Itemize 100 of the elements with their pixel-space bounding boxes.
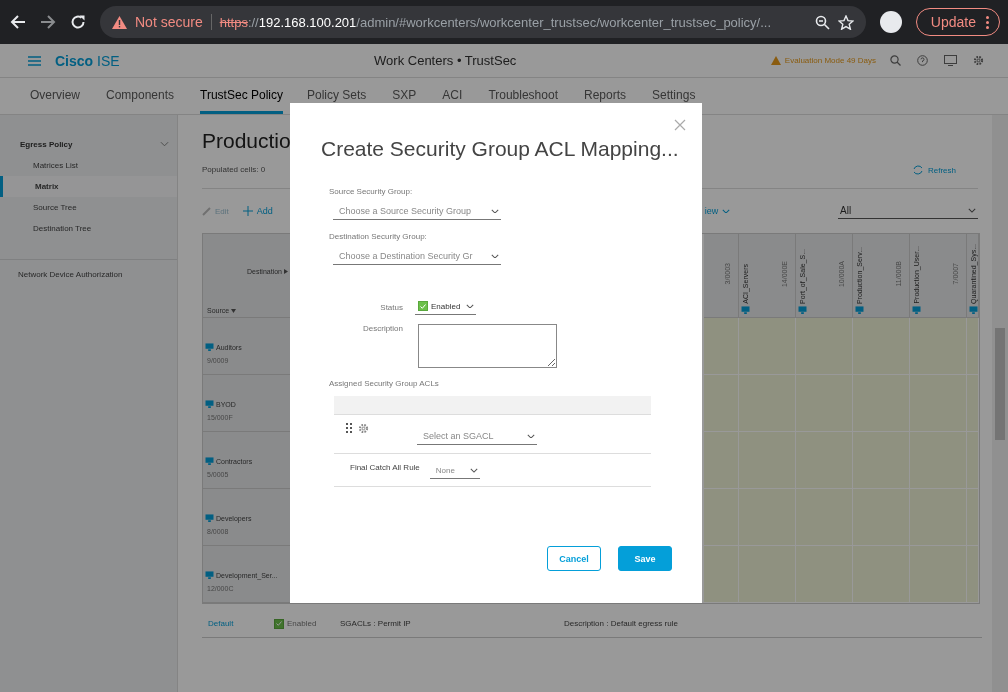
matrix-cell[interactable]	[853, 318, 910, 375]
matrix-cell[interactable]	[739, 318, 796, 375]
sidebar-group-header[interactable]: Egress Policy	[0, 133, 177, 155]
monitor-icon	[205, 400, 214, 408]
help-icon[interactable]	[917, 55, 928, 66]
matrix-cell[interactable]	[704, 546, 739, 603]
matrix-cell[interactable]	[739, 432, 796, 489]
matrix-cell[interactable]	[704, 432, 739, 489]
tab[interactable]: Components	[106, 88, 175, 114]
url-text[interactable]: https://192.168.100.201/admin/#workcenters/workcenter_trustsec/workcenter_trustsec_policy/...	[219, 14, 807, 30]
matrix-cell[interactable]	[910, 489, 967, 546]
populated-cells-text: Populated cells: 0	[202, 165, 267, 174]
sidebar-link[interactable]: Network Device Authorization	[0, 259, 177, 279]
chevron-down-icon	[491, 253, 499, 259]
chevron-down-icon	[491, 208, 499, 214]
add-button[interactable]: Add	[242, 206, 273, 216]
refresh-button[interactable]: Refresh	[912, 164, 956, 176]
settings-icon[interactable]	[973, 55, 984, 66]
monitor-icon	[912, 306, 921, 314]
refresh-icon	[912, 164, 924, 176]
matrix-cell[interactable]	[796, 489, 853, 546]
settings-icon[interactable]	[358, 423, 369, 434]
menu-icon[interactable]	[28, 55, 41, 66]
field-label: Final Catch All Rule	[350, 463, 420, 472]
forward-arrow-icon[interactable]	[40, 14, 56, 30]
matrix-cell[interactable]	[739, 489, 796, 546]
zoom-icon[interactable]	[814, 14, 830, 30]
plus-icon	[242, 206, 253, 216]
view-dropdown[interactable]: iew	[704, 206, 731, 216]
breadcrumb: Work Centers • TrustSec	[373, 53, 518, 68]
matrix-cell[interactable]	[910, 318, 967, 375]
security-warning[interactable]: Not secure	[135, 14, 212, 30]
star-icon[interactable]	[837, 14, 854, 30]
description-text: Description : Default egress rule	[564, 619, 678, 628]
drag-handle-icon[interactable]	[346, 423, 352, 433]
checkbox[interactable]	[274, 618, 284, 629]
matrix-cell[interactable]	[967, 546, 979, 603]
tab[interactable]: Overview	[30, 88, 80, 114]
matrix-cell[interactable]	[739, 375, 796, 432]
monitor-icon	[205, 343, 214, 351]
monitor-icon	[205, 457, 214, 465]
scrollbar[interactable]	[992, 115, 1008, 692]
sgacl-select[interactable]: Select an SGACL	[417, 427, 537, 445]
filter-dropdown[interactable]: All	[838, 203, 978, 219]
search-icon[interactable]	[890, 55, 901, 66]
matrix-cell[interactable]	[739, 546, 796, 603]
brand-logo[interactable]: Cisco ISE	[55, 52, 120, 69]
description-field[interactable]	[418, 324, 557, 368]
status-select[interactable]: Enabled	[415, 297, 476, 315]
monitor-icon	[798, 306, 807, 314]
monitor-icon	[741, 306, 750, 314]
section-label: Assigned Security Group ACLs	[329, 379, 440, 388]
default-rule-label[interactable]: Default	[208, 619, 274, 628]
matrix-cell[interactable]	[796, 432, 853, 489]
warning-icon	[112, 15, 127, 29]
pencil-icon	[202, 206, 211, 216]
matrix-cell[interactable]	[796, 318, 853, 375]
sidebar-item[interactable]: Destination Tree	[0, 218, 177, 239]
tab[interactable]: TrustSec Policy	[200, 88, 283, 114]
destination-group-select[interactable]: Choose a Destination Security Gr	[333, 247, 501, 265]
monitor-icon	[205, 571, 214, 579]
matrix-cell[interactable]	[704, 489, 739, 546]
sidebar-item[interactable]: Matrices List	[0, 155, 177, 176]
matrix-cell[interactable]	[704, 318, 739, 375]
caret-down-icon	[231, 308, 237, 313]
chevron-down-icon	[722, 208, 731, 214]
sidebar-item[interactable]: Source Tree	[0, 197, 177, 218]
sidebar-item[interactable]: Matrix	[0, 176, 177, 197]
chevron-down-icon	[968, 208, 976, 213]
more-icon	[986, 15, 989, 29]
matrix-cell[interactable]	[967, 432, 979, 489]
matrix-cell[interactable]	[704, 375, 739, 432]
matrix-cell[interactable]	[910, 546, 967, 603]
matrix-cell[interactable]	[796, 546, 853, 603]
status-text: Enabled	[287, 619, 317, 628]
sgacls-text: SGACLs : Permit IP	[340, 619, 412, 628]
warning-icon	[770, 56, 781, 65]
field-label: Destination Security Group:	[329, 232, 428, 241]
back-arrow-icon[interactable]	[10, 14, 26, 30]
monitor-icon[interactable]	[944, 55, 957, 66]
field-label: Status	[379, 303, 403, 312]
save-button[interactable]: Save	[618, 546, 672, 571]
checkbox[interactable]	[418, 301, 428, 311]
matrix-cell[interactable]	[853, 489, 910, 546]
reload-icon[interactable]	[70, 14, 86, 30]
matrix-cell[interactable]	[853, 375, 910, 432]
matrix-cell[interactable]	[967, 318, 979, 375]
catch-all-select[interactable]: None	[429, 462, 480, 479]
matrix-cell[interactable]	[853, 432, 910, 489]
cancel-button[interactable]: Cancel	[547, 546, 601, 571]
matrix-cell[interactable]	[796, 375, 853, 432]
source-group-select[interactable]: Choose a Source Security Group	[333, 202, 501, 220]
matrix-cell[interactable]	[967, 489, 979, 546]
matrix-cell[interactable]	[967, 375, 979, 432]
profile-avatar[interactable]	[879, 11, 902, 33]
matrix-cell[interactable]	[853, 546, 910, 603]
matrix-cell[interactable]	[910, 375, 967, 432]
matrix-cell[interactable]	[910, 432, 967, 489]
close-icon[interactable]	[674, 119, 686, 131]
field-label: Source Security Group:	[329, 187, 414, 196]
